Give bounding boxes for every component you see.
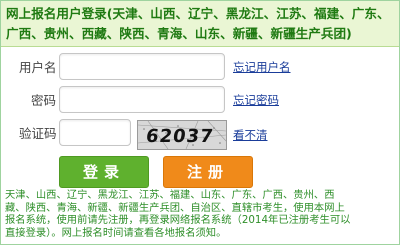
- captcha-noise-graphic: 62037: [138, 121, 226, 149]
- forgot-username-link[interactable]: 忘记用户名: [233, 60, 291, 74]
- forgot-password-link[interactable]: 忘记密码: [233, 93, 279, 107]
- captcha-label: 验证码: [19, 126, 57, 141]
- notice-line-1: 天津、山西、辽宁、黑龙江、江苏、福建、山东、广东、广西、贵州、西: [5, 189, 335, 201]
- notice-line-3: 报名系统，使用前请先注册，再登录网络报名系统（2014年已注册考生可以: [5, 214, 351, 227]
- password-label: 密码: [31, 93, 57, 108]
- password-input[interactable]: [59, 86, 225, 113]
- registration-notice: 天津、山西、辽宁、黑龙江、江苏、福建、山东、广东、广西、贵州、西 藏、陕西、青海…: [5, 189, 397, 239]
- header-title-line-2: 广西、贵州、西藏、陕西、青海、山东、新疆、新疆生产兵团): [6, 26, 352, 41]
- panel-header: 网上报名用户登录(天津、山西、辽宁、黑龙江、江苏、福建、广东、 广西、贵州、西藏…: [1, 1, 399, 47]
- register-button[interactable]: 注册: [163, 156, 253, 188]
- captcha-text: 62037: [145, 126, 216, 147]
- notice-line-2: 藏、陕西、青海、新疆、新疆生产兵团、自治区、直辖市考生，使用本网上: [5, 201, 345, 214]
- captcha-refresh-link[interactable]: 看不清: [233, 128, 268, 142]
- login-panel: 网上报名用户登录(天津、山西、辽宁、黑龙江、江苏、福建、广东、 广西、贵州、西藏…: [0, 0, 400, 245]
- username-input[interactable]: [59, 53, 225, 80]
- captcha-image[interactable]: 62037: [137, 120, 227, 150]
- header-title-line-1: 网上报名用户登录(天津、山西、辽宁、黑龙江、江苏、福建、广东、: [6, 6, 390, 21]
- login-button[interactable]: 登录: [59, 156, 149, 188]
- captcha-input[interactable]: [59, 119, 131, 146]
- notice-line-4: 直接登录）。网上报名时间请查看各地报名须知。: [5, 226, 227, 239]
- username-label: 用户名: [19, 60, 57, 75]
